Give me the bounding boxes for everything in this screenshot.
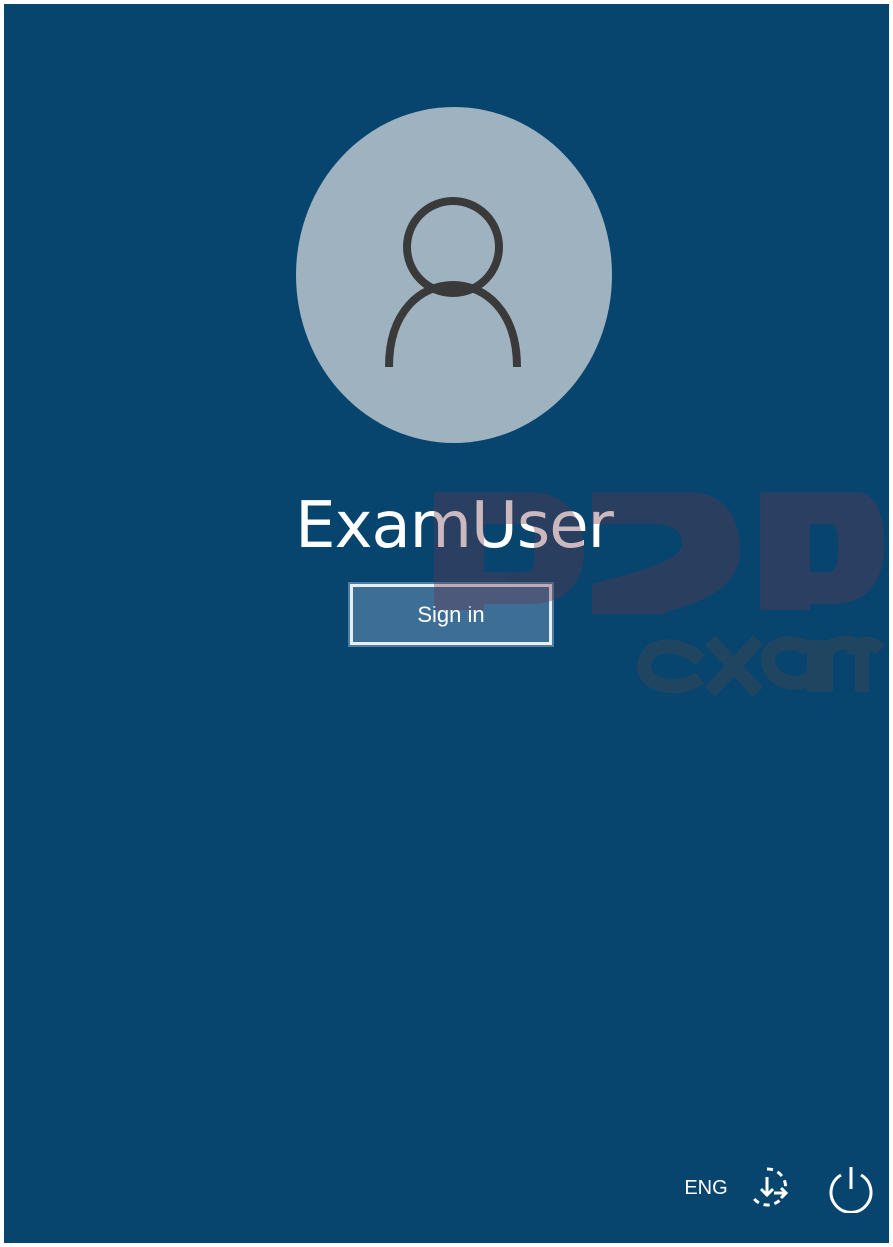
user-name: ExamUser: [295, 489, 614, 563]
ease-of-access-icon[interactable]: [744, 1165, 790, 1211]
power-icon[interactable]: [825, 1161, 877, 1214]
system-tray: ENG: [629, 1153, 889, 1243]
language-indicator[interactable]: ENG: [677, 1173, 735, 1203]
avatar: [296, 107, 612, 443]
sign-in-label: Sign in: [417, 601, 485, 627]
lock-screen: ExamUser Sign in ENG: [4, 4, 889, 1243]
sign-in-button[interactable]: Sign in: [348, 582, 554, 647]
user-icon: [385, 197, 521, 368]
